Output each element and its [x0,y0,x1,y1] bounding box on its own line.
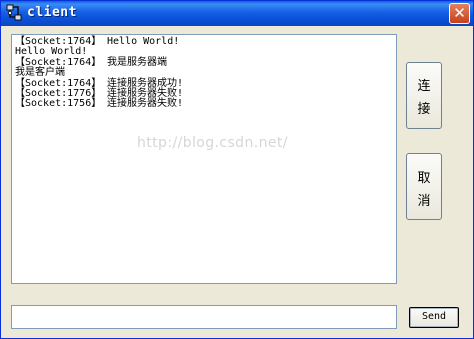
network-connection-icon [5,4,23,22]
close-button[interactable]: ✕ [449,3,470,24]
client-window: client ✕ 【Socket:1764】 Hello World! Hello … [0,0,474,339]
watermark: http://blog.csdn.net/ [137,135,288,151]
title-bar[interactable]: client ✕ [1,1,473,26]
connect-label-1: 连 [417,79,431,94]
cancel-label-1: 取 [417,171,431,186]
cancel-button[interactable]: 取 消 [406,153,442,220]
log-message-text: Hello World! [15,46,88,58]
message-input[interactable] [11,305,397,329]
close-icon: ✕ [453,4,466,22]
log-message-text: 连接服务器成功! [107,77,184,89]
send-button[interactable]: Send [409,307,459,328]
connect-label-2: 接 [417,102,431,117]
log-message-text: 连接服务器失败! [107,98,184,110]
log-lines: 【Socket:1764】 Hello World! Hello World! 【So… [15,36,184,110]
cancel-label-2: 消 [417,194,431,209]
log-message-text: 我是服务器端 [107,56,167,68]
log-message-text: 我是客户端 [15,67,65,79]
log-message-text: Hello World! [107,36,180,47]
log-line: 【Socket:1756】 连接服务器失败! [15,98,184,110]
connect-button[interactable]: 连 接 [406,62,442,129]
window-title: client [27,5,77,20]
log-socket-prefix: 【Socket:1756】 [15,98,102,110]
message-log[interactable]: 【Socket:1764】 Hello World! Hello World! 【So… [11,34,397,284]
